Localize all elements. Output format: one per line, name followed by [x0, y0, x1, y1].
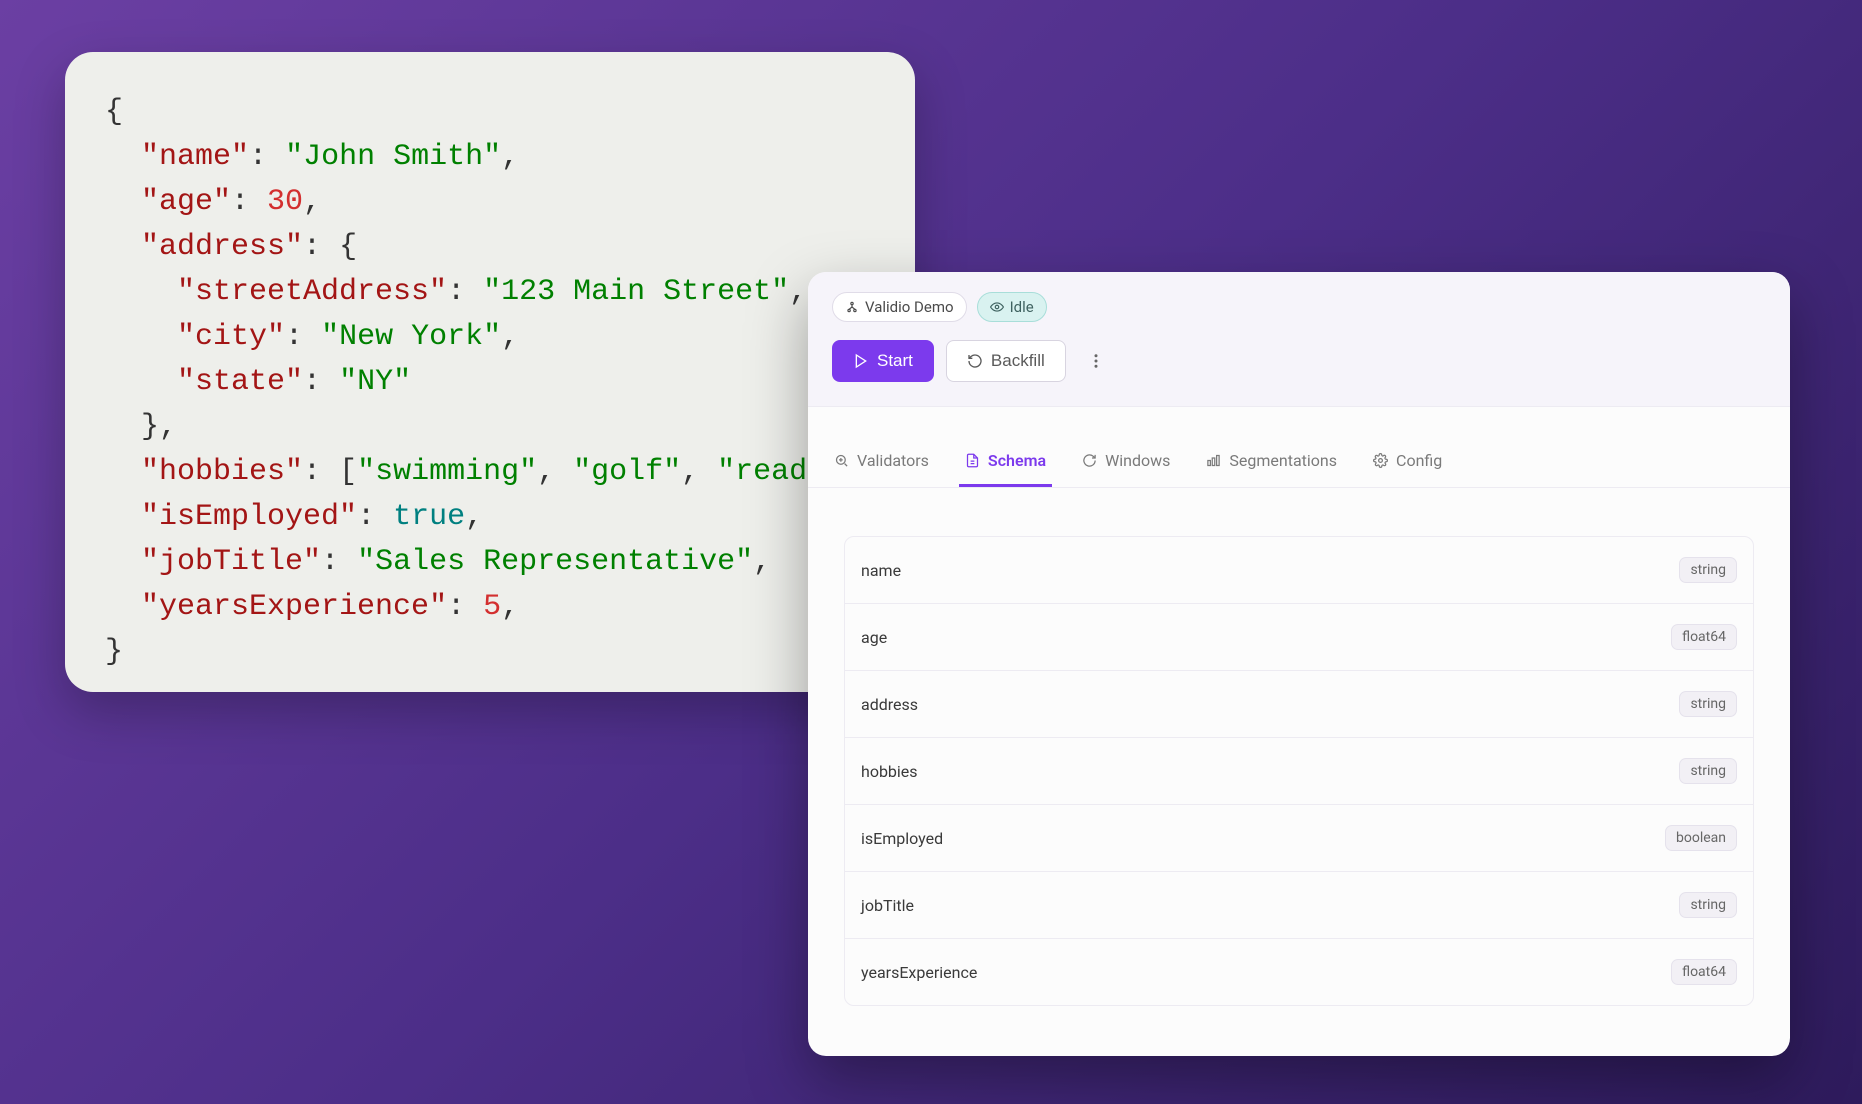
schema-row[interactable]: name string	[845, 537, 1753, 604]
gear-icon	[1373, 453, 1388, 468]
schema-field-type: string	[1679, 758, 1737, 784]
code-brace: }	[105, 635, 123, 669]
more-menu-button[interactable]	[1078, 343, 1114, 379]
backfill-button-label: Backfill	[991, 351, 1045, 371]
code-key: "jobTitle"	[141, 545, 321, 579]
schema-field-name: isEmployed	[861, 829, 943, 848]
schema-field-name: yearsExperience	[861, 963, 977, 982]
start-button[interactable]: Start	[832, 340, 934, 382]
schema-field-name: address	[861, 695, 918, 714]
code-number: 5	[483, 590, 501, 624]
schema-row[interactable]: hobbies string	[845, 738, 1753, 805]
tab-config[interactable]: Config	[1367, 437, 1448, 487]
code-string: "John Smith"	[285, 140, 501, 174]
header-actions: Start Backfill	[832, 340, 1766, 382]
tab-bar: Validators Schema Windows Segmentations …	[808, 437, 1790, 488]
code-brace: {	[105, 95, 123, 129]
schema-field-type: float64	[1671, 959, 1737, 985]
schema-field-name: jobTitle	[861, 896, 914, 915]
tab-schema[interactable]: Schema	[959, 437, 1052, 487]
play-icon	[853, 353, 869, 369]
schema-field-name: name	[861, 561, 901, 580]
code-key: "state"	[177, 365, 303, 399]
code-string: "Sales Representative"	[357, 545, 753, 579]
tab-label: Segmentations	[1229, 451, 1337, 470]
schema-field-type: boolean	[1665, 825, 1737, 851]
json-code-block: { "name": "John Smith", "age": 30, "addr…	[105, 90, 875, 675]
status-pill: Idle	[977, 292, 1047, 322]
validio-app-card: Validio Demo Idle Start Backfill Vali	[808, 272, 1790, 1056]
start-button-label: Start	[877, 351, 913, 371]
schema-field-type: string	[1679, 557, 1737, 583]
schema-row[interactable]: yearsExperience float64	[845, 939, 1753, 1005]
schema-field-type: string	[1679, 691, 1737, 717]
schema-field-name: age	[861, 628, 887, 647]
status-pill-label: Idle	[1010, 298, 1034, 316]
code-key: "city"	[177, 320, 285, 354]
more-vertical-icon	[1087, 352, 1105, 370]
source-pill-label: Validio Demo	[865, 298, 954, 316]
refresh-icon	[1082, 453, 1097, 468]
code-key: "streetAddress"	[177, 275, 447, 309]
tab-label: Config	[1396, 451, 1442, 470]
schema-field-type: string	[1679, 892, 1737, 918]
schema-field-type: float64	[1671, 624, 1737, 650]
refresh-icon	[967, 353, 983, 369]
tab-label: Windows	[1105, 451, 1170, 470]
code-key: "hobbies"	[141, 455, 303, 489]
tab-windows[interactable]: Windows	[1076, 437, 1176, 487]
schema-panel: name string age float64 address string h…	[844, 536, 1754, 1006]
code-boolean: true	[393, 500, 465, 534]
header-top-row: Validio Demo Idle	[832, 292, 1766, 322]
code-key: "isEmployed"	[141, 500, 357, 534]
app-header: Validio Demo Idle Start Backfill	[808, 272, 1790, 407]
code-string: "New York"	[321, 320, 501, 354]
schema-row[interactable]: address string	[845, 671, 1753, 738]
code-key: "name"	[141, 140, 249, 174]
file-icon	[965, 453, 980, 468]
code-number: 30	[267, 185, 303, 219]
backfill-button[interactable]: Backfill	[946, 340, 1066, 382]
eye-icon	[990, 300, 1004, 314]
tab-segmentations[interactable]: Segmentations	[1200, 437, 1343, 487]
schema-row[interactable]: isEmployed boolean	[845, 805, 1753, 872]
json-code-card: { "name": "John Smith", "age": 30, "addr…	[65, 52, 915, 692]
scan-icon	[834, 453, 849, 468]
code-key: "address"	[141, 230, 303, 264]
schema-row[interactable]: age float64	[845, 604, 1753, 671]
code-key: "yearsExperience"	[141, 590, 447, 624]
source-icon	[845, 300, 859, 314]
chart-icon	[1206, 453, 1221, 468]
tab-validators[interactable]: Validators	[828, 437, 935, 487]
schema-row[interactable]: jobTitle string	[845, 872, 1753, 939]
tab-label: Validators	[857, 451, 929, 470]
code-key: "age"	[141, 185, 231, 219]
code-string: "NY"	[339, 365, 411, 399]
tab-label: Schema	[988, 451, 1046, 470]
code-string: "123 Main Street"	[483, 275, 789, 309]
source-pill[interactable]: Validio Demo	[832, 292, 967, 322]
schema-field-name: hobbies	[861, 762, 918, 781]
